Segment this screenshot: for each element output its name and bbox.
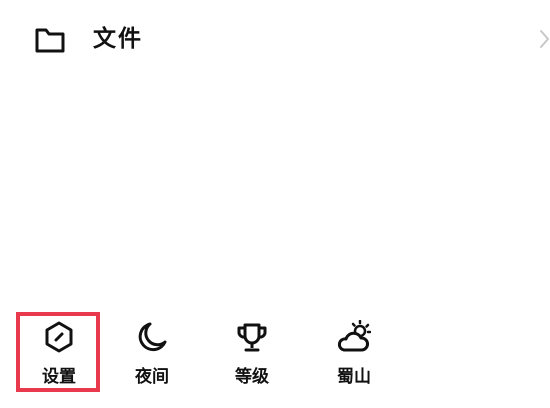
shushan-label: 蜀山 [337,367,371,387]
weather-cloud-sun-icon [337,320,371,352]
level-button[interactable]: 等级 [210,312,294,394]
shushan-button[interactable]: 蜀山 [312,312,396,394]
highlight-box [16,312,100,392]
night-mode-label: 夜间 [135,367,169,387]
night-mode-button[interactable]: 夜间 [110,312,194,394]
chevron-right-icon [540,30,549,48]
trophy-icon [237,323,267,352]
level-label: 等级 [235,367,269,387]
folder-icon [35,28,65,53]
file-label: 文件 [93,26,143,52]
moon-icon [138,322,167,352]
file-row[interactable]: 文件 [0,12,550,68]
